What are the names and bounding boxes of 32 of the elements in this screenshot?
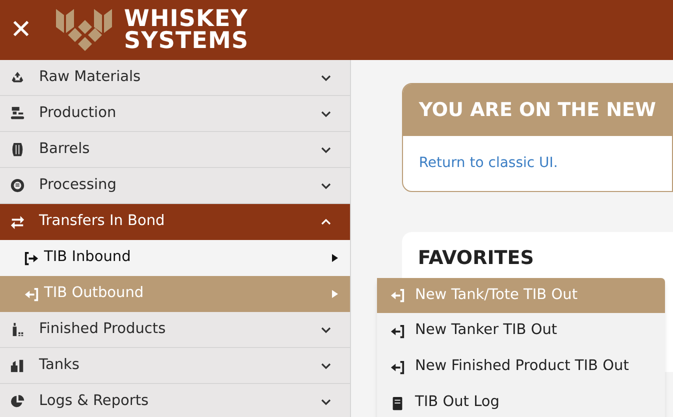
pie-chart-icon: [10, 394, 25, 409]
book-icon: [390, 396, 405, 410]
close-button[interactable]: ✕: [8, 17, 34, 43]
exit-arrow-icon: [390, 360, 405, 374]
recycle-icon: [10, 70, 25, 85]
exit-arrow-icon: [24, 286, 39, 302]
sidebar-item[interactable]: Transfers In Bond: [0, 204, 350, 240]
enter-arrow-icon: [24, 250, 39, 266]
conveyor-icon: [10, 106, 25, 121]
sidebar-item[interactable]: Logs & Reports: [0, 384, 350, 417]
sidebar-item[interactable]: Barrels: [0, 132, 350, 168]
flyout-item[interactable]: New Finished Product TIB Out: [377, 349, 665, 385]
exit-arrow-icon: [390, 324, 405, 338]
caret-right-icon: [332, 290, 338, 298]
exit-arrow-icon: [390, 288, 405, 303]
brand-name: SYSTEMS: [124, 30, 249, 52]
sidebar-item[interactable]: Raw Materials: [0, 60, 350, 96]
banner-title: YOU ARE ON THE NEW: [418, 98, 656, 123]
submenu-item[interactable]: TIB Inbound: [0, 240, 350, 276]
tanks-icon: [10, 358, 25, 373]
sidebar-item[interactable]: Tanks: [0, 348, 350, 384]
sidebar-item[interactable]: Finished Products: [0, 312, 350, 348]
brand-name: WHISKEY: [124, 8, 249, 30]
favorites-title: FAVORITES: [418, 247, 534, 269]
swap-icon: [10, 214, 25, 230]
flyout-item[interactable]: New Tanker TIB Out: [377, 313, 665, 349]
bottle-icon: [10, 322, 25, 337]
sidebar-item[interactable]: Production: [0, 96, 350, 132]
flyout-item[interactable]: TIB Out Log: [377, 385, 665, 417]
barrel-icon: [10, 142, 25, 157]
classic-ui-link[interactable]: Return to classic UI.: [418, 153, 558, 174]
caret-right-icon: [332, 254, 338, 262]
